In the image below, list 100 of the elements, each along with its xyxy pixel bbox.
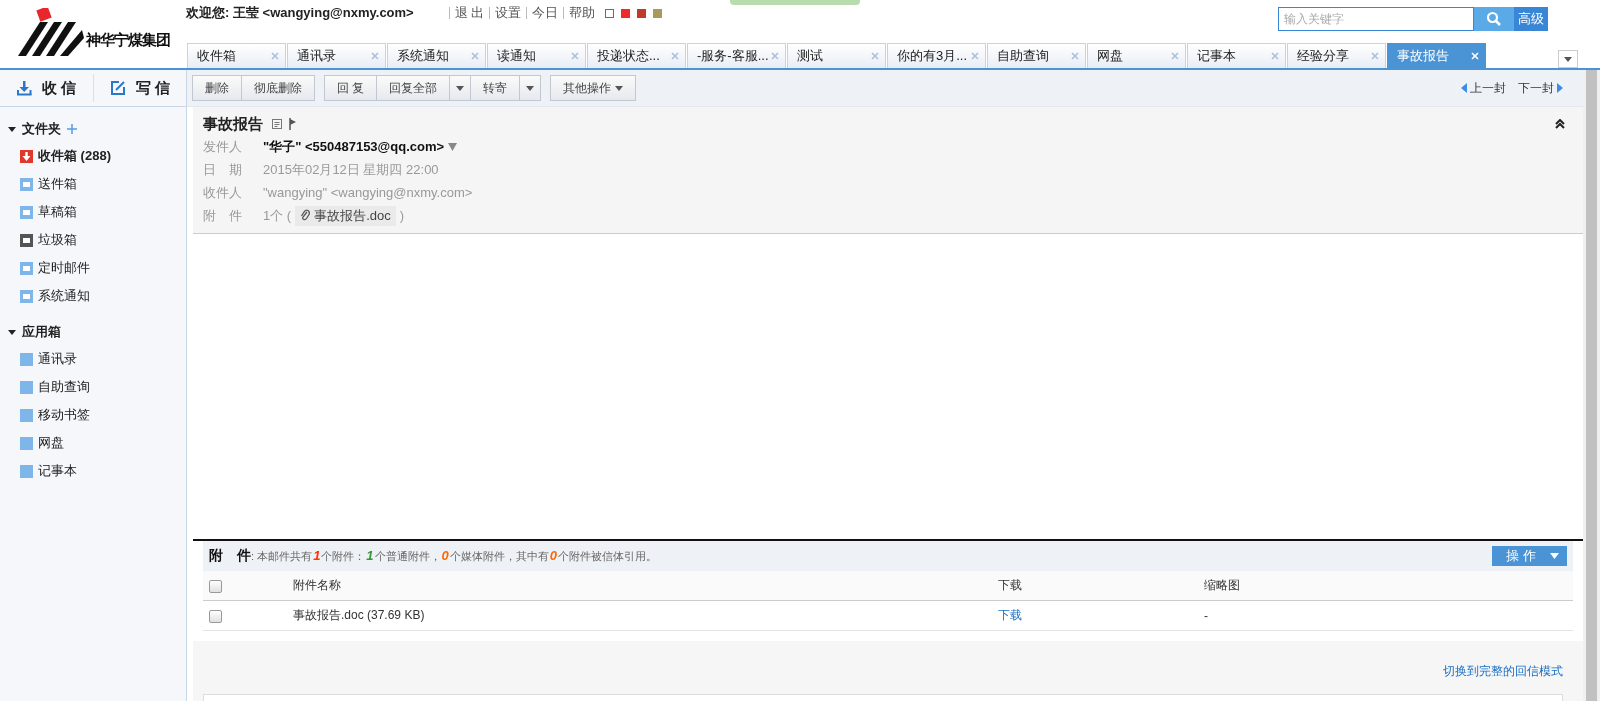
sidebar-item[interactable]: 系统通知 [38, 287, 90, 305]
left-arrow-icon [1461, 83, 1467, 93]
field-label: 日 期 [203, 160, 243, 179]
tabs-menu-button[interactable] [1558, 50, 1578, 68]
sidebar-item[interactable]: 移动书签 [38, 406, 90, 424]
thumbnail-cell: - [1204, 608, 1208, 623]
tab[interactable]: 自助查询 [987, 43, 1086, 68]
flag-icon[interactable] [289, 118, 297, 130]
sidebar-item[interactable]: 垃圾箱 [38, 231, 77, 249]
caret-icon[interactable] [448, 142, 458, 151]
download-link[interactable]: 下载 [998, 608, 1022, 622]
caret-icon [456, 85, 465, 91]
dropdown-button[interactable] [519, 75, 542, 101]
close-icon[interactable] [971, 52, 979, 60]
tab[interactable]: 你的有3月... [887, 43, 986, 68]
section-title[interactable]: 应用箱 [22, 323, 61, 341]
section-title[interactable]: 文件夹 [22, 120, 61, 138]
toolbar-button[interactable]: 回 复 [324, 75, 378, 101]
field-label: 发件人 [203, 137, 243, 156]
note-icon[interactable] [271, 118, 283, 130]
toolbar-button[interactable]: 彻底删除 [241, 75, 315, 101]
tab[interactable]: 通讯录 [287, 43, 386, 68]
close-icon[interactable] [571, 52, 579, 60]
close-icon[interactable] [471, 52, 479, 60]
checkbox[interactable] [209, 609, 222, 623]
toolbar-button[interactable]: 删除 [192, 75, 242, 101]
sidebar-item[interactable]: 定时邮件 [38, 259, 90, 277]
column-header: 附件名称 [293, 577, 342, 594]
header-link[interactable]: 今日 [532, 4, 559, 22]
sidebar-item[interactable]: 网盘 [38, 434, 64, 452]
square-icon [20, 408, 33, 422]
compose-button[interactable]: 写 信 [92, 74, 186, 102]
skin-swatch[interactable] [621, 8, 631, 18]
field-label: 附 件 [203, 206, 243, 225]
tab[interactable]: 投递状态... [587, 43, 686, 68]
search-icon [1486, 11, 1502, 27]
skin-swatch[interactable] [605, 8, 615, 18]
tab[interactable]: 收件箱 [187, 43, 286, 68]
sidebar-item[interactable]: 送件箱 [38, 175, 77, 193]
sidebar-item[interactable]: 收件箱 (288) [38, 147, 111, 165]
close-icon[interactable] [1371, 52, 1379, 60]
close-icon[interactable] [871, 52, 879, 60]
tab[interactable]: 经验分享 [1287, 43, 1386, 68]
toolbar-button[interactable]: 转寄 [470, 75, 521, 101]
folder-icon [20, 205, 33, 219]
field-value: 2015年02月12日 星期四 22:00 [263, 160, 439, 179]
collapse-icon[interactable] [1555, 119, 1565, 129]
add-icon[interactable] [67, 124, 77, 134]
expanded-icon[interactable] [8, 126, 16, 132]
skin-swatch[interactable] [653, 8, 663, 18]
tab[interactable]: 读通知 [487, 43, 586, 68]
folder-icon [20, 261, 33, 275]
square-icon [20, 380, 33, 394]
checkbox[interactable] [209, 579, 222, 593]
tab[interactable]: 网盘 [1087, 43, 1186, 68]
caret-icon [1550, 553, 1559, 559]
close-icon[interactable] [371, 52, 379, 60]
attachments-summary: : 本邮件共有1个附件：1个普通附件，0个媒体附件，其中有0个附件被信体引用。 [251, 548, 658, 564]
search-field[interactable]: 输入关键字 [1278, 7, 1474, 31]
field-value: ) [399, 208, 405, 223]
menu-button[interactable]: 其他操作 [550, 75, 637, 101]
sidebar-item[interactable]: 自助查询 [38, 378, 90, 396]
header-link[interactable]: 帮助 [569, 4, 596, 22]
column-header: 下载 [998, 577, 1023, 594]
close-icon[interactable] [771, 52, 779, 60]
close-icon[interactable] [1271, 52, 1279, 60]
download-icon [16, 80, 33, 96]
folder-icon [20, 233, 33, 247]
skin-swatch[interactable] [637, 8, 647, 18]
edit-icon [109, 80, 126, 96]
tab[interactable]: 系统通知 [387, 43, 486, 68]
right-arrow-icon [1557, 83, 1563, 93]
close-icon[interactable] [1171, 52, 1179, 60]
receive-button[interactable]: 收 信 [0, 74, 93, 102]
welcome-text: 欢迎您: 王莹 <wangying@nxmy.com> [186, 4, 414, 22]
attachment-chip[interactable]: 事故报告.doc [295, 205, 396, 226]
expanded-icon[interactable] [8, 329, 16, 335]
search-button[interactable] [1474, 7, 1514, 31]
logo-icon [18, 8, 85, 56]
header-link[interactable]: 退 出 [454, 4, 485, 22]
sender-address[interactable]: "华子" <550487153@qq.com> [263, 137, 445, 156]
previous-mail-link[interactable]: 上一封 [1461, 79, 1506, 97]
square-icon [20, 352, 33, 366]
advanced-search-button[interactable]: 高级 [1514, 7, 1548, 31]
field-value: "wangying" <wangying@nxmy.com> [263, 185, 473, 200]
sidebar-item[interactable]: 草稿箱 [38, 203, 77, 221]
close-icon[interactable] [1071, 52, 1079, 60]
dropdown-button[interactable] [449, 75, 472, 101]
tab[interactable]: 测试 [787, 43, 886, 68]
sidebar-item[interactable]: 通讯录 [38, 350, 77, 368]
sidebar-item[interactable]: 记事本 [38, 462, 77, 480]
close-icon[interactable] [271, 52, 279, 60]
tab[interactable]: -服务-客服... [687, 43, 786, 68]
tab[interactable]: 记事本 [1187, 43, 1286, 68]
caret-icon [526, 85, 535, 91]
reply-mode-link[interactable]: 切换到完整的回信模式 [1443, 663, 1563, 680]
next-mail-link[interactable]: 下一封 [1518, 79, 1563, 97]
toolbar-button[interactable]: 回复全部 [376, 75, 451, 101]
close-icon[interactable] [671, 52, 679, 60]
header-link[interactable]: 设置 [495, 4, 522, 22]
